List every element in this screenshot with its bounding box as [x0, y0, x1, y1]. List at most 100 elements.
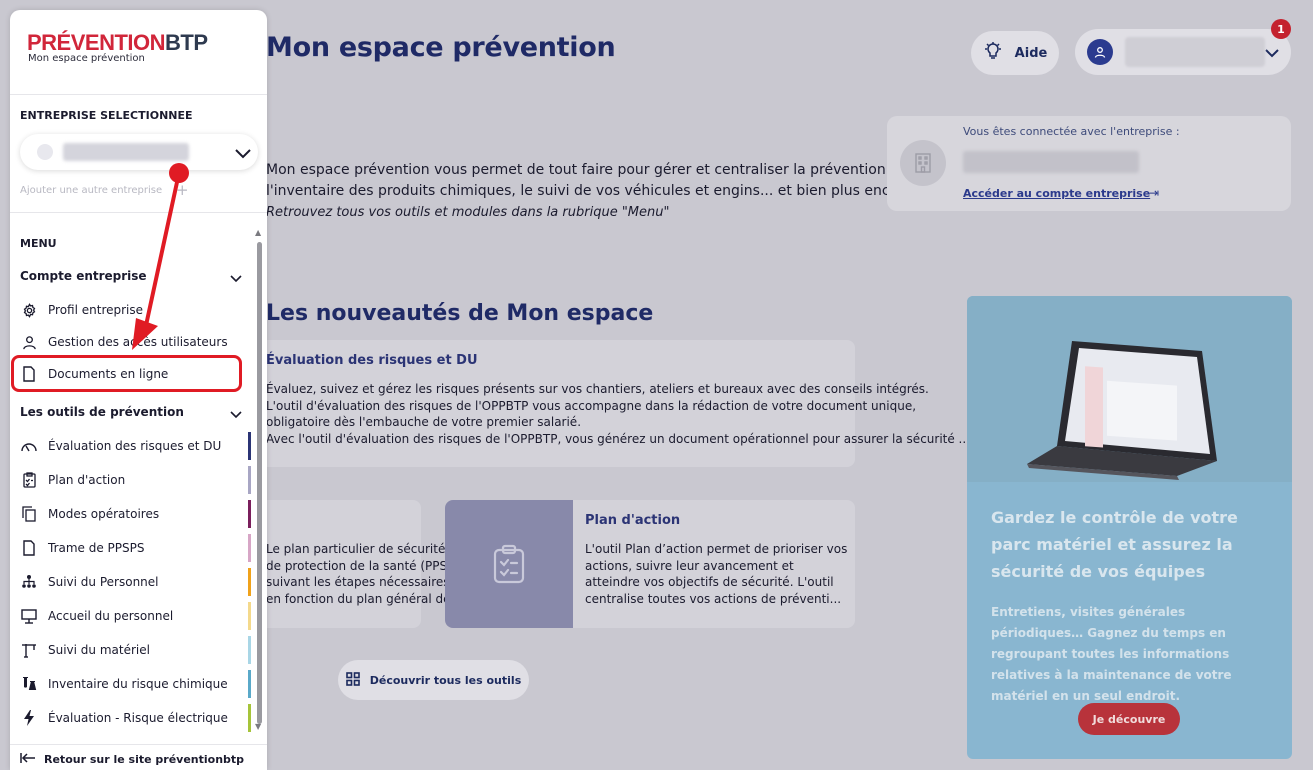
- plus-icon: +: [176, 181, 189, 199]
- scroll-down-arrow-icon[interactable]: ▼: [255, 722, 261, 731]
- entreprise-name-redacted: [963, 151, 1139, 173]
- grid-icon: [345, 671, 360, 689]
- sidebar-item-electrique[interactable]: Évaluation - Risque électrique: [20, 704, 251, 732]
- lightbulb-icon: [983, 41, 1003, 65]
- chevron-down-icon: [230, 272, 242, 286]
- promo-body: Entretiens, visites générales périodique…: [991, 605, 1232, 703]
- intro-line-3: Retrouvez tous vos outils et modules dan…: [266, 205, 670, 220]
- intro-line-2: l'inventaire des produits chimiques, le …: [266, 183, 923, 199]
- color-bar: [248, 670, 251, 698]
- clipboard-check-icon: [20, 471, 38, 489]
- logo-dark: BTP: [165, 30, 208, 55]
- desc-line: obligatoire dès l'embauche de votre prem…: [266, 415, 582, 429]
- flask-icon: [20, 675, 38, 693]
- page-title: Mon espace prévention: [266, 32, 616, 63]
- entreprise-account-link[interactable]: Accéder au compte entreprise: [963, 187, 1150, 200]
- sidebar-item-modes[interactable]: Modes opératoires: [20, 500, 251, 528]
- menu-group-compte[interactable]: Compte entreprise: [20, 269, 245, 289]
- back-to-site-link[interactable]: Retour sur le site préventionbtp: [20, 752, 244, 767]
- tool-card-plan-action[interactable]: Plan d'action L'outil Plan d’action perm…: [445, 500, 855, 628]
- user-icon: [20, 333, 38, 351]
- entreprise-select-label: ENTREPRISE SELECTIONNEE: [20, 109, 193, 122]
- presentation-icon: [20, 607, 38, 625]
- desc-line: actions, suivre leur avancement et: [585, 558, 794, 573]
- menu-group-label: Compte entreprise: [20, 269, 147, 283]
- color-bar: [248, 466, 251, 494]
- user-menu-button[interactable]: [1075, 29, 1291, 75]
- sidebar-item-label: Modes opératoires: [48, 507, 160, 521]
- sidebar-item-label: Inventaire du risque chimique: [48, 677, 228, 691]
- entreprise-select[interactable]: [20, 134, 258, 170]
- sidebar-item-label: Trame de PPSPS: [48, 541, 145, 555]
- desc-line: atteindre vos objectifs de sécurité. L'o…: [585, 575, 834, 589]
- sidebar-item-ppsps[interactable]: Trame de PPSPS: [20, 534, 251, 562]
- sidebar-item-acces[interactable]: Gestion des accès utilisateurs: [20, 330, 250, 354]
- desc-line: L'outil Plan d’action permet de priorise…: [585, 542, 848, 556]
- scroll-up-arrow-icon[interactable]: ▲: [255, 228, 261, 237]
- crane-icon: [20, 641, 38, 659]
- sidebar-item-label: Gestion des accès utilisateurs: [48, 335, 228, 349]
- color-bar: [248, 636, 251, 664]
- clipboard-check-icon: [445, 500, 573, 628]
- desc-line: Avec l'outil d'évaluation des risques de…: [266, 431, 971, 446]
- logo-subtitle: Mon espace prévention: [28, 53, 145, 64]
- file-icon: [20, 539, 38, 557]
- arrow-left-to-line-icon: [20, 752, 36, 767]
- add-entreprise-link[interactable]: Ajouter une autre entreprise: [20, 185, 162, 196]
- help-label: Aide: [1014, 45, 1048, 61]
- gear-icon: [20, 301, 38, 319]
- divider: [10, 744, 267, 745]
- building-icon: [900, 140, 946, 186]
- notification-badge: 1: [1271, 19, 1291, 39]
- sidebar-item-materiel[interactable]: Suivi du matériel: [20, 636, 251, 664]
- menu-label: MENU: [20, 237, 57, 250]
- arrow-to-right-icon: ⇥: [1149, 186, 1160, 200]
- color-bar: [248, 500, 251, 528]
- org-chart-icon: [20, 573, 38, 591]
- logo-red: PRÉVENTION: [27, 30, 166, 55]
- color-bar: [248, 534, 251, 562]
- copy-icon: [20, 505, 38, 523]
- menu-group-label: Les outils de prévention: [20, 405, 184, 419]
- scrollbar-thumb[interactable]: [257, 242, 262, 724]
- desc-line: Évaluez, suivez et gérez les risques pré…: [266, 382, 929, 396]
- divider: [10, 212, 267, 213]
- tool-card-desc: L'outil Plan d’action permet de priorise…: [585, 541, 847, 607]
- annotation-highlight-box: [11, 355, 242, 392]
- help-button[interactable]: Aide: [971, 31, 1059, 75]
- sidebar-item-suivi-personnel[interactable]: Suivi du Personnel: [20, 568, 251, 596]
- tool-card-desc: Évaluez, suivez et gérez les risques pré…: [266, 381, 970, 447]
- promo-heading: Gardez le contrôle de votre parc matérie…: [991, 508, 1238, 581]
- sidebar-item-profil[interactable]: Profil entreprise: [20, 298, 250, 322]
- gauge-icon: [20, 437, 38, 455]
- discover-all-tools-button[interactable]: Découvrir tous les outils: [338, 660, 529, 700]
- user-name-redacted: [1125, 37, 1265, 67]
- sidebar-item-label: Évaluation - Risque électrique: [48, 711, 228, 725]
- menu-group-outils[interactable]: Les outils de prévention: [20, 405, 245, 425]
- laptop-illustration: [967, 296, 1292, 482]
- sidebar-item-label: Évaluation des risques et DU: [48, 439, 222, 453]
- promo-discover-button[interactable]: Je découvre: [1078, 703, 1180, 735]
- sidebar-item-label: Suivi du Personnel: [48, 575, 159, 589]
- entreprise-select-value-redacted: [63, 143, 189, 161]
- sidebar-item-label: Accueil du personnel: [48, 609, 174, 623]
- chevron-down-icon: [1265, 43, 1279, 62]
- sidebar-item-label: Suivi du matériel: [48, 643, 150, 657]
- tool-card-title: Évaluation des risques et DU: [266, 353, 478, 368]
- discover-label: Découvrir tous les outils: [369, 673, 522, 687]
- divider: [10, 94, 267, 95]
- sidebar-item-label: Plan d'action: [48, 473, 126, 487]
- sidebar-item-plan-action[interactable]: Plan d'action: [20, 466, 251, 494]
- promo-banner: Gardez le contrôle de votre parc matérie…: [967, 296, 1292, 759]
- color-bar: [248, 602, 251, 630]
- color-bar: [248, 704, 251, 732]
- sidebar-item-evaluation[interactable]: Évaluation des risques et DU: [20, 432, 251, 460]
- desc-line: L'outil d'évaluation des risques de l'OP…: [266, 398, 917, 413]
- sidebar-item-chimique[interactable]: Inventaire du risque chimique: [20, 670, 251, 698]
- sidebar-item-accueil[interactable]: Accueil du personnel: [20, 602, 251, 630]
- section-title: Les nouveautés de Mon espace: [266, 301, 654, 326]
- entreprise-card: Vous êtes connectée avec l'entreprise : …: [887, 116, 1291, 211]
- back-link-label: Retour sur le site préventionbtp: [44, 753, 245, 766]
- tool-card-evaluation[interactable]: Évaluation des risques et DU Évaluez, su…: [230, 340, 970, 467]
- color-bar: [248, 432, 251, 460]
